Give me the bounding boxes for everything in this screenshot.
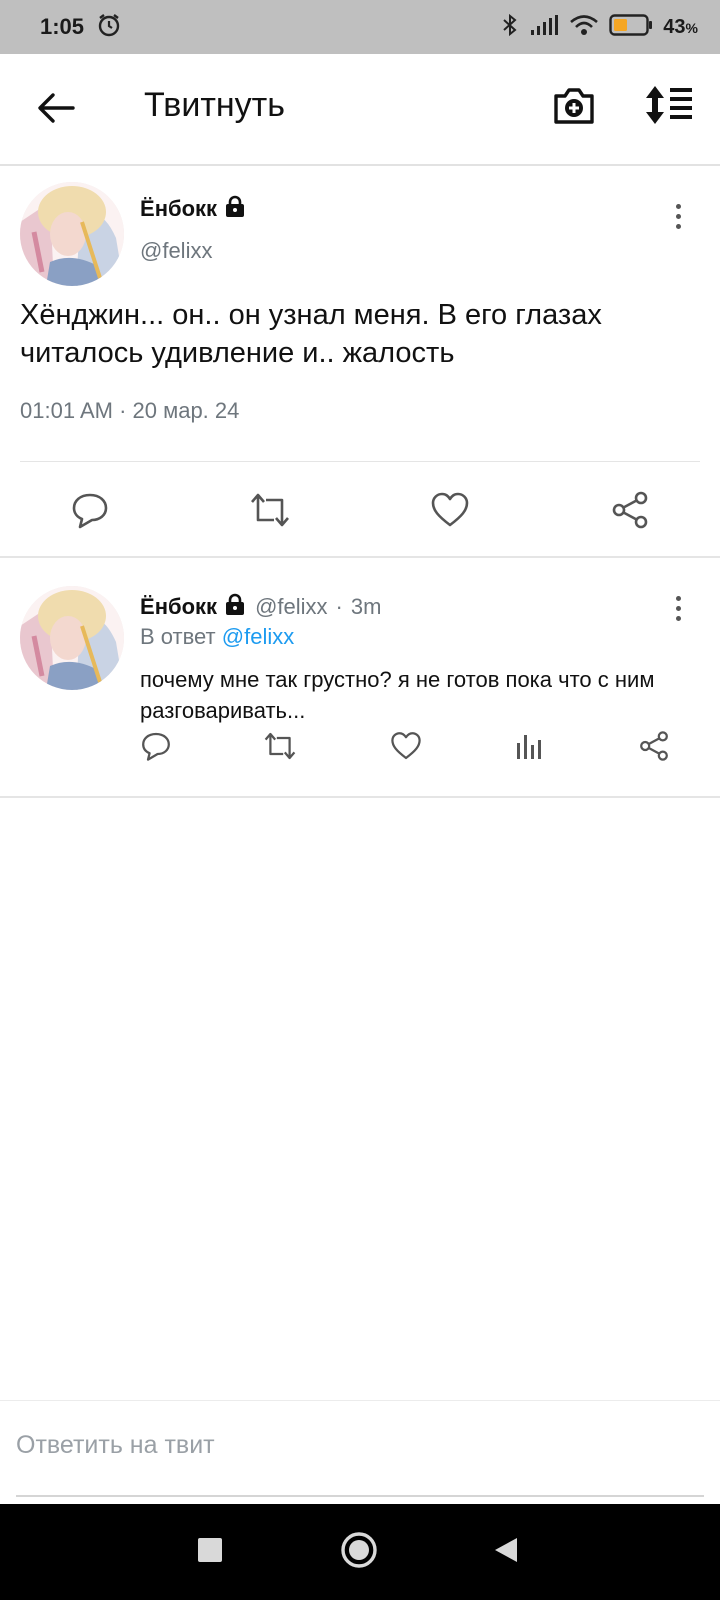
- more-dot: [675, 213, 681, 219]
- reply-tweet[interactable]: Ёнбокк @felixx · 3m В ответ @felixx поче…: [0, 558, 720, 798]
- sort-button[interactable]: [644, 84, 696, 132]
- back-arrow-icon: [37, 92, 75, 129]
- reply-header: Ёнбокк @felixx · 3m: [140, 592, 381, 622]
- more-dot: [675, 595, 681, 601]
- analytics-icon: [515, 731, 545, 766]
- back-button[interactable]: [30, 84, 82, 136]
- page-title: Твитнуть: [144, 86, 285, 124]
- more-dot: [675, 223, 681, 229]
- reply-to-line: В ответ @felixx: [140, 624, 294, 650]
- share-icon: [610, 490, 650, 535]
- reply-prefix: В ответ: [140, 624, 216, 649]
- home-button[interactable]: [339, 1530, 379, 1575]
- status-time: 1:05: [40, 14, 85, 39]
- status-bar: 1:05 43%: [0, 0, 720, 54]
- reply-compose: Ответить на твит: [0, 1400, 720, 1504]
- battery-level: 43%: [663, 15, 698, 38]
- like-icon: [390, 730, 422, 767]
- system-nav-bar: [0, 1504, 720, 1600]
- recents-button[interactable]: [190, 1532, 230, 1572]
- author-handle[interactable]: @felixx: [140, 238, 212, 264]
- avatar[interactable]: [20, 182, 124, 286]
- camera-button[interactable]: [552, 84, 600, 132]
- divider: [20, 461, 700, 462]
- like-icon: [430, 490, 470, 535]
- back-nav-button[interactable]: [486, 1532, 526, 1572]
- bluetooth-icon: [501, 13, 519, 42]
- camera-plus-icon: [552, 88, 596, 130]
- retweet-button[interactable]: [248, 490, 292, 534]
- more-dot: [675, 615, 681, 621]
- reply-button[interactable]: [68, 490, 112, 534]
- triangle-back-icon: [493, 1536, 519, 1569]
- reply-button[interactable]: [138, 730, 174, 766]
- alarm-icon: [96, 12, 122, 43]
- more-dot: [675, 203, 681, 209]
- more-options-button[interactable]: [666, 588, 690, 628]
- status-left: 1:05: [40, 12, 122, 43]
- tweet-text: Хёнджин... он.. он узнал меня. В его гла…: [20, 299, 602, 369]
- author-name-text: Ёнбокк: [140, 594, 218, 619]
- sort-list-icon: [644, 86, 696, 130]
- input-underline: [16, 1495, 704, 1497]
- tweet-actions: [0, 724, 720, 774]
- tweet-time-ago: 3m: [350, 594, 382, 619]
- status-right: 43%: [501, 13, 698, 42]
- reply-icon: [140, 730, 172, 767]
- like-button[interactable]: [388, 730, 424, 766]
- share-button[interactable]: [608, 490, 652, 534]
- battery-icon: [609, 13, 653, 42]
- author-name[interactable]: Ёнбокк: [140, 194, 247, 224]
- main-tweet: Ёнбокк @felixx Хёнджин... он.. он узнал …: [0, 166, 720, 558]
- signal-icon: [529, 14, 559, 41]
- author-name[interactable]: Ёнбокк: [140, 592, 247, 622]
- author-handle[interactable]: @felixx: [255, 594, 327, 620]
- reply-icon: [70, 490, 110, 535]
- reply-mention-link[interactable]: @felixx: [222, 624, 294, 649]
- wifi-icon: [569, 13, 599, 42]
- meta-separator: ·: [335, 594, 343, 619]
- author-name-text: Ёнбокк: [140, 196, 218, 221]
- reply-input[interactable]: Ответить на твит: [16, 1431, 215, 1460]
- tweet-text: почему мне так грустно? я не готов пока …: [140, 667, 655, 723]
- retweet-icon: [262, 730, 298, 767]
- tweet-timestamp: 01:01 AM · 20 мар. 24: [20, 398, 240, 423]
- more-dot: [675, 605, 681, 611]
- tweet-actions: [0, 466, 720, 558]
- app-header: Твитнуть: [0, 54, 720, 166]
- share-button[interactable]: [636, 730, 672, 766]
- lock-icon: [223, 194, 247, 224]
- circle-icon: [339, 1530, 379, 1575]
- analytics-button[interactable]: [512, 730, 548, 766]
- square-icon: [197, 1537, 223, 1568]
- retweet-icon: [248, 490, 292, 535]
- like-button[interactable]: [428, 490, 472, 534]
- more-options-button[interactable]: [666, 196, 690, 236]
- lock-icon: [223, 592, 247, 622]
- share-icon: [638, 730, 670, 767]
- avatar[interactable]: [20, 586, 124, 690]
- retweet-button[interactable]: [262, 730, 298, 766]
